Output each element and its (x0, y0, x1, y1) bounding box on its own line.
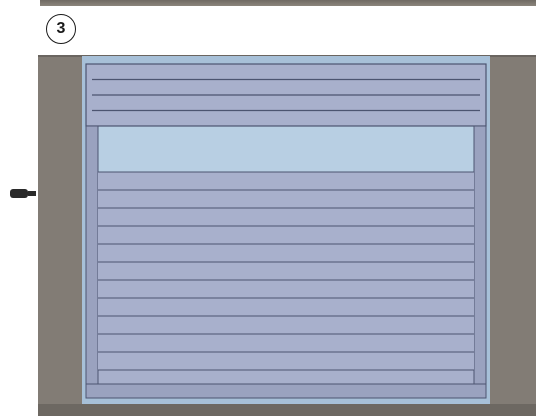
crank-handle-icon (10, 189, 36, 198)
window-shutter-diagram (10, 55, 536, 416)
shutter-curtain (98, 171, 474, 384)
shutter-bottom-bar (97, 369, 475, 385)
wall-bottom (38, 404, 536, 416)
frame-left (85, 125, 99, 399)
upper-glass-pane (88, 126, 484, 176)
frame-right (473, 125, 487, 399)
wall-left (38, 56, 82, 416)
shutter-head-box (85, 63, 487, 127)
wall-right (490, 56, 536, 416)
window-sill (85, 383, 487, 399)
